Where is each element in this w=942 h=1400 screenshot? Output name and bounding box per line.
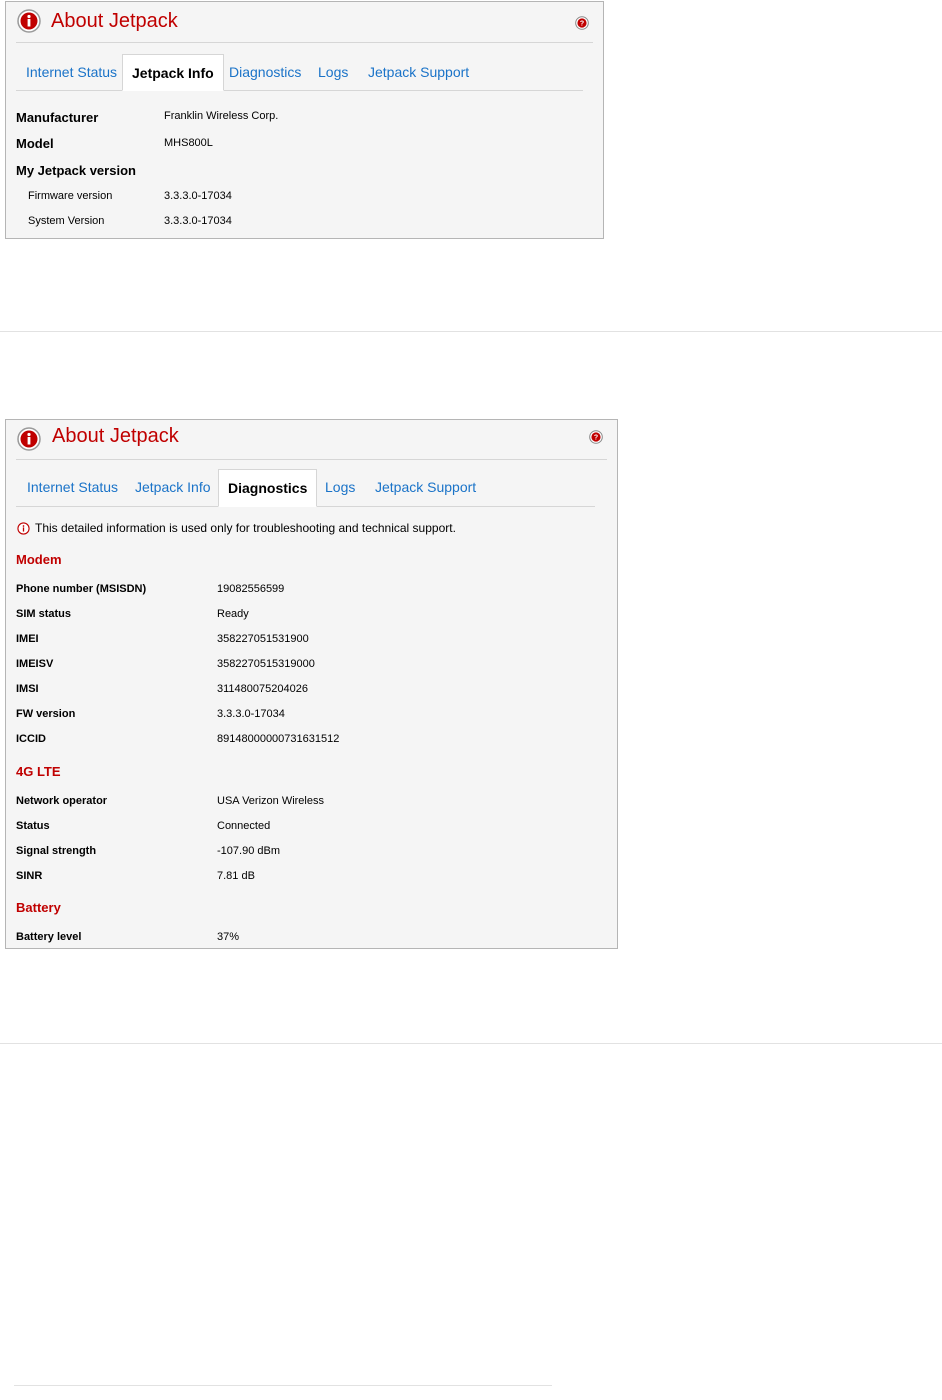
firmware-label: Firmware version xyxy=(28,190,113,202)
about-jetpack-panel-diagnostics: About Jetpack ? Internet Status Jetpack … xyxy=(5,419,618,949)
question-circle-icon[interactable]: ? xyxy=(575,16,589,30)
svg-text:?: ? xyxy=(580,21,584,28)
manufacturer-label: Manufacturer xyxy=(16,110,99,125)
tab-diagnostics[interactable]: Diagnostics xyxy=(229,54,301,90)
detail-label: FW version xyxy=(16,708,76,720)
battery-heading: Battery xyxy=(16,900,61,915)
tab-diagnostics[interactable]: Diagnostics xyxy=(218,469,318,507)
system-version-label: System Version xyxy=(28,215,105,227)
detail-label: IMSI xyxy=(16,683,39,695)
tab-internet-status[interactable]: Internet Status xyxy=(27,469,118,506)
modem-heading: Modem xyxy=(16,552,62,567)
tab-jetpack-support[interactable]: Jetpack Support xyxy=(375,469,476,506)
version-heading: My Jetpack version xyxy=(16,163,136,178)
detail-value: 19082556599 xyxy=(217,583,285,595)
detail-label: ICCID xyxy=(16,733,46,745)
system-version-value: 3.3.3.0-17034 xyxy=(164,215,232,227)
detail-label: Network operator xyxy=(16,795,108,807)
info-circle-icon xyxy=(17,427,41,451)
detail-label: Battery level xyxy=(16,931,82,943)
detail-value: 3.3.3.0-17034 xyxy=(217,708,285,720)
about-jetpack-panel-info: About Jetpack ? Internet Status Jetpack … xyxy=(5,1,604,239)
tab-logs[interactable]: Logs xyxy=(325,469,355,506)
info-circle-icon xyxy=(17,522,30,535)
svg-text:?: ? xyxy=(594,435,598,442)
question-circle-icon[interactable]: ? xyxy=(589,430,603,444)
detail-value: 3582270515319000 xyxy=(217,658,315,670)
support-notice: This detailed information is used only f… xyxy=(35,521,456,535)
detail-label: Status xyxy=(16,820,50,832)
tab-jetpack-support[interactable]: Jetpack Support xyxy=(368,54,469,90)
tab-internet-status[interactable]: Internet Status xyxy=(26,54,117,90)
detail-value: 311480075204026 xyxy=(217,683,308,695)
detail-label: Signal strength xyxy=(16,845,97,857)
detail-label: SINR xyxy=(16,870,43,882)
tab-bar: Internet Status Jetpack Info Diagnostics… xyxy=(16,469,595,507)
detail-value: -107.90 dBm xyxy=(217,845,280,857)
panel-header: About Jetpack ? xyxy=(16,2,593,43)
detail-label: SIM status xyxy=(16,608,72,620)
detail-label: Phone number (MSISDN) xyxy=(16,583,147,595)
detail-value: Connected xyxy=(217,820,271,832)
tab-jetpack-info[interactable]: Jetpack Info xyxy=(122,54,224,91)
detail-value: 358227051531900 xyxy=(217,633,309,645)
manufacturer-value: Franklin Wireless Corp. xyxy=(164,110,279,122)
detail-value: 37% xyxy=(217,931,240,943)
model-value: MHS800L xyxy=(164,137,213,149)
divider xyxy=(0,331,942,332)
divider xyxy=(14,1385,552,1386)
page-title: About Jetpack xyxy=(52,425,179,447)
panel-header: About Jetpack ? xyxy=(16,420,607,460)
divider xyxy=(0,1043,942,1044)
detail-label: IMEISV xyxy=(16,658,54,670)
detail-value: 7.81 dB xyxy=(217,870,255,882)
tab-logs[interactable]: Logs xyxy=(318,54,348,90)
detail-value: 89148000000731631512 xyxy=(217,733,340,745)
firmware-value: 3.3.3.0-17034 xyxy=(164,190,232,202)
tab-jetpack-info[interactable]: Jetpack Info xyxy=(135,469,211,506)
page-title: About Jetpack xyxy=(51,10,178,32)
detail-label: IMEI xyxy=(16,633,39,645)
detail-value: USA Verizon Wireless xyxy=(217,795,324,807)
lte-heading: 4G LTE xyxy=(16,764,61,779)
tab-bar: Internet Status Jetpack Info Diagnostics… xyxy=(16,54,583,91)
detail-value: Ready xyxy=(217,608,249,620)
info-circle-icon xyxy=(17,9,41,33)
model-label: Model xyxy=(16,136,54,151)
